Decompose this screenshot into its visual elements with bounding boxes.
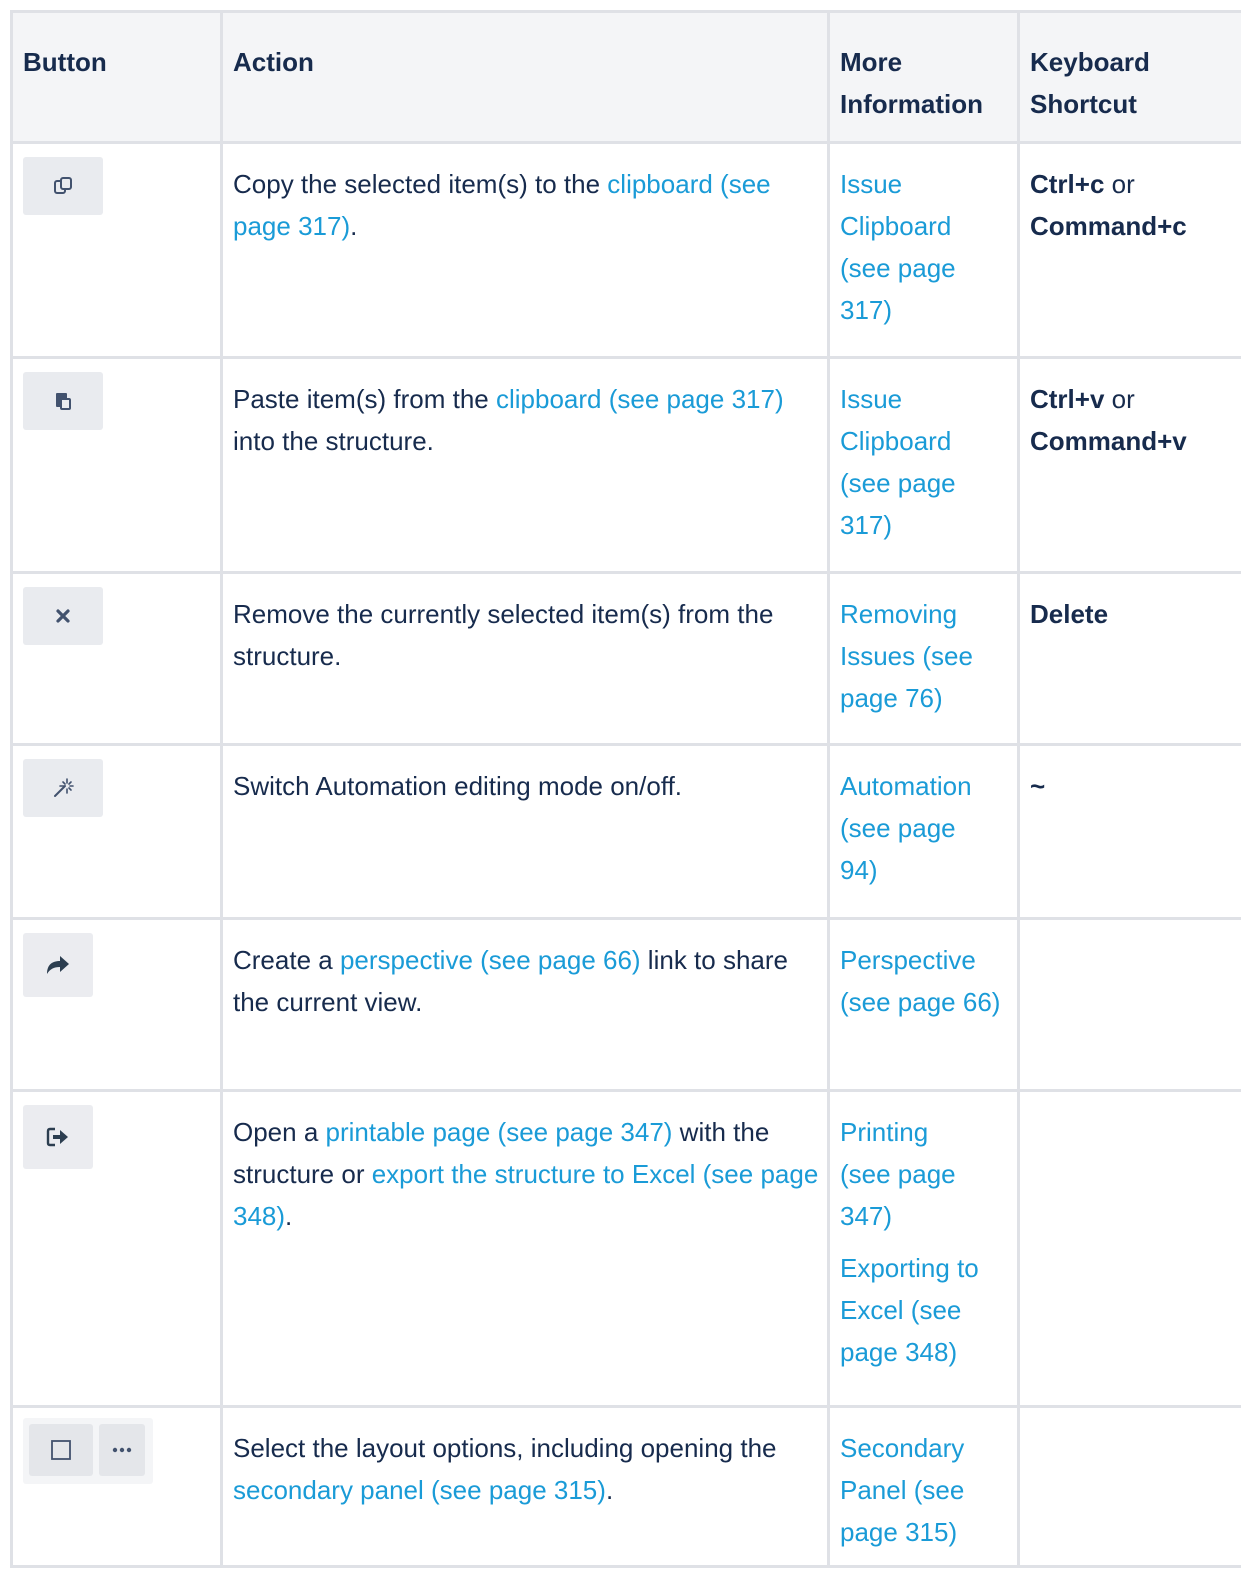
button-cell <box>10 743 223 920</box>
header-action: Action <box>220 10 830 144</box>
export-button[interactable] <box>23 1105 93 1169</box>
action-cell: Create a perspective (see page 66) link … <box>220 917 830 1092</box>
more-info-cell: Printing (see page 347) Exporting to Exc… <box>827 1089 1020 1408</box>
more-info-cell: Secondary Panel (see page 315) <box>827 1405 1020 1568</box>
issue-clipboard-link[interactable]: Issue Clipboard (see page 317) <box>840 163 980 331</box>
table-row: Select the layout options, including ope… <box>10 1405 1241 1568</box>
shortcut-cell: Ctrl+v or Command+v <box>1017 356 1241 574</box>
shortcut-cell: Delete <box>1017 571 1241 746</box>
action-cell: Open a printable page (see page 347) wit… <box>220 1089 830 1408</box>
perspective-info-link[interactable]: Perspective (see page 66) <box>840 939 1005 1023</box>
shortcut-cell: ~ <box>1017 743 1241 920</box>
header-keyboard-shortcut: Keyboard Shortcut <box>1017 10 1241 144</box>
export-icon <box>46 1127 68 1147</box>
table-row: Switch Automation editing mode on/off. A… <box>10 743 1241 920</box>
button-cell <box>10 571 223 746</box>
button-cell <box>10 141 223 359</box>
removing-issues-link[interactable]: Removing Issues (see page 76) <box>840 593 1005 719</box>
header-more-information: More Information <box>827 10 1020 144</box>
automation-link[interactable]: Automation (see page 94) <box>840 765 990 891</box>
shortcut-cell <box>1017 1405 1241 1568</box>
shortcut-cell <box>1017 1089 1241 1408</box>
layout-icon <box>51 1440 71 1460</box>
share-icon <box>47 956 69 974</box>
more-info-cell: Removing Issues (see page 76) <box>827 571 1020 746</box>
action-cell: Copy the selected item(s) to the clipboa… <box>220 141 830 359</box>
button-cell <box>10 917 223 1092</box>
paste-button[interactable] <box>23 372 103 430</box>
table-row: Remove the currently selected item(s) fr… <box>10 571 1241 746</box>
table-header-row: Button Action More Information Keyboard Sh… <box>10 10 1241 144</box>
secondary-panel-info-link[interactable]: Secondary Panel (see page 315) <box>840 1427 1005 1553</box>
perspective-link[interactable]: perspective (see page 66) <box>340 945 641 975</box>
secondary-panel-link[interactable]: secondary panel (see page 315) <box>233 1475 606 1505</box>
automation-button[interactable] <box>23 759 103 817</box>
layout-button[interactable] <box>29 1424 93 1476</box>
printing-link[interactable]: Printing (see page 347) <box>840 1111 980 1237</box>
magic-wand-icon <box>54 778 74 797</box>
remove-button[interactable] <box>23 587 103 645</box>
action-cell: Switch Automation editing mode on/off. <box>220 743 830 920</box>
table-row: Paste item(s) from the clipboard (see pa… <box>10 356 1241 574</box>
shortcut-cell: Ctrl+c or Command+c <box>1017 141 1241 359</box>
header-button: Button <box>10 10 223 144</box>
action-cell: Select the layout options, including ope… <box>220 1405 830 1568</box>
issue-clipboard-link[interactable]: Issue Clipboard (see page 317) <box>840 378 980 546</box>
clipboard-link[interactable]: clipboard (see page 317) <box>496 384 784 414</box>
copy-icon <box>54 177 72 194</box>
more-icon <box>112 1447 132 1453</box>
more-info-cell: Issue Clipboard (see page 317) <box>827 141 1020 359</box>
remove-icon <box>56 609 70 623</box>
action-cell: Paste item(s) from the clipboard (see pa… <box>220 356 830 574</box>
paste-icon <box>56 393 71 410</box>
table-row: Copy the selected item(s) to the clipboa… <box>10 141 1241 359</box>
layout-button-group <box>23 1418 153 1484</box>
printable-page-link[interactable]: printable page (see page 347) <box>326 1117 673 1147</box>
more-info-cell: Perspective (see page 66) <box>827 917 1020 1092</box>
exporting-to-excel-link[interactable]: Exporting to Excel (see page 348) <box>840 1247 1005 1373</box>
share-button[interactable] <box>23 933 93 997</box>
table-row: Create a perspective (see page 66) link … <box>10 917 1241 1092</box>
copy-button[interactable] <box>23 157 103 215</box>
shortcut-cell <box>1017 917 1241 1092</box>
toolbar-reference-table: Button Action More Information Keyboard Sh… <box>10 10 1241 1568</box>
table-row: Open a printable page (see page 347) wit… <box>10 1089 1241 1408</box>
button-cell <box>10 1089 223 1408</box>
more-info-cell: Automation (see page 94) <box>827 743 1020 920</box>
action-cell: Remove the currently selected item(s) fr… <box>220 571 830 746</box>
button-cell <box>10 1405 223 1568</box>
more-options-button[interactable] <box>99 1424 145 1476</box>
button-cell <box>10 356 223 574</box>
more-info-cell: Issue Clipboard (see page 317) <box>827 356 1020 574</box>
